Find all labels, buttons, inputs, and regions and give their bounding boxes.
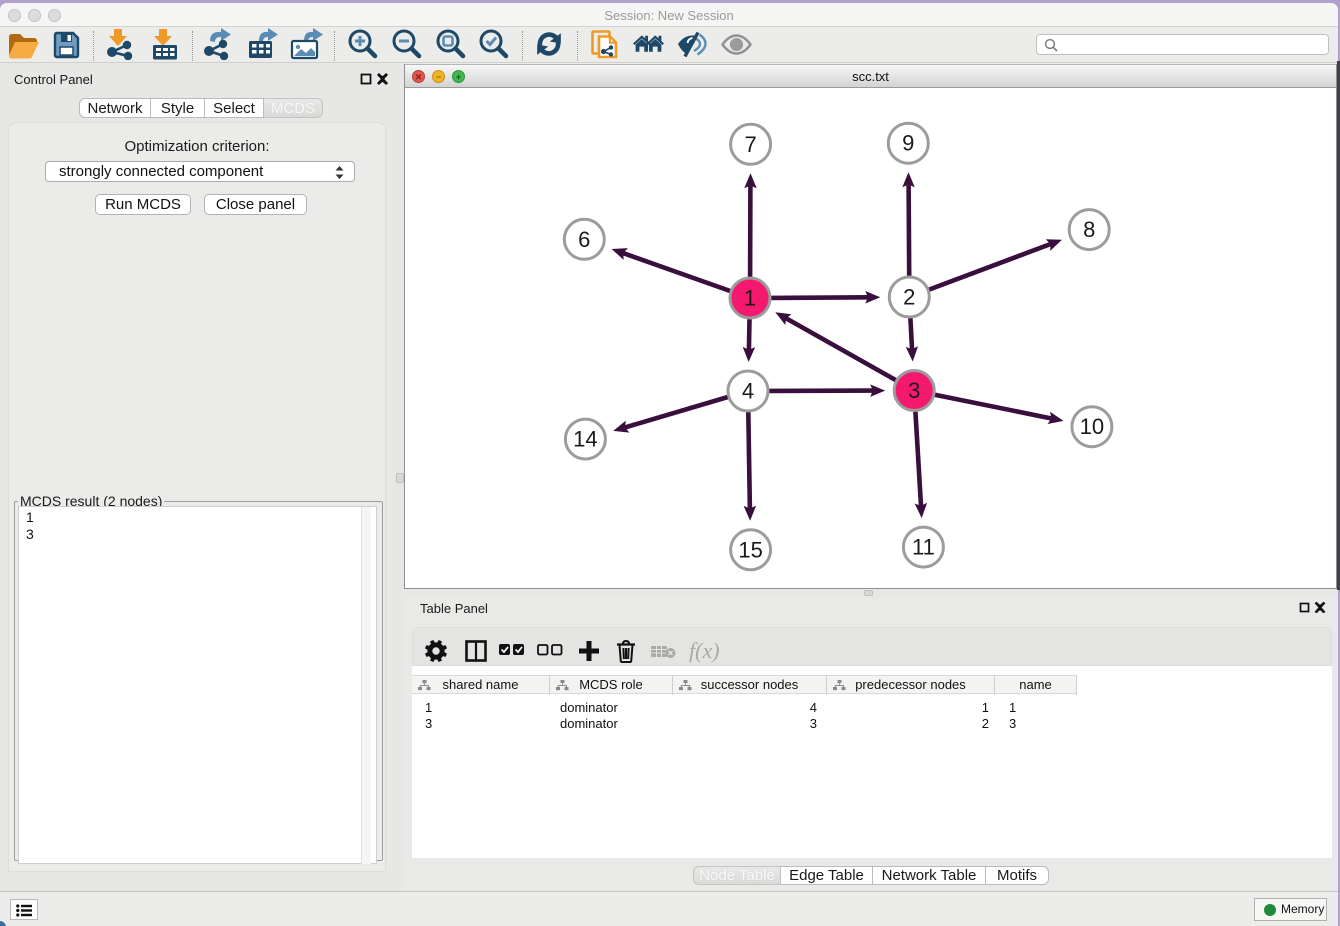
svg-text:8: 8 bbox=[1083, 217, 1095, 242]
svg-text:9: 9 bbox=[902, 131, 914, 156]
svg-text:1: 1 bbox=[744, 286, 756, 311]
svg-text:11: 11 bbox=[912, 535, 935, 560]
svg-text:7: 7 bbox=[744, 132, 756, 157]
svg-text:4: 4 bbox=[742, 379, 754, 404]
svg-text:3: 3 bbox=[908, 378, 920, 403]
svg-text:2: 2 bbox=[903, 285, 915, 310]
svg-text:14: 14 bbox=[573, 427, 597, 452]
svg-text:10: 10 bbox=[1080, 414, 1104, 439]
svg-text:15: 15 bbox=[738, 537, 762, 562]
svg-text:6: 6 bbox=[578, 227, 590, 252]
